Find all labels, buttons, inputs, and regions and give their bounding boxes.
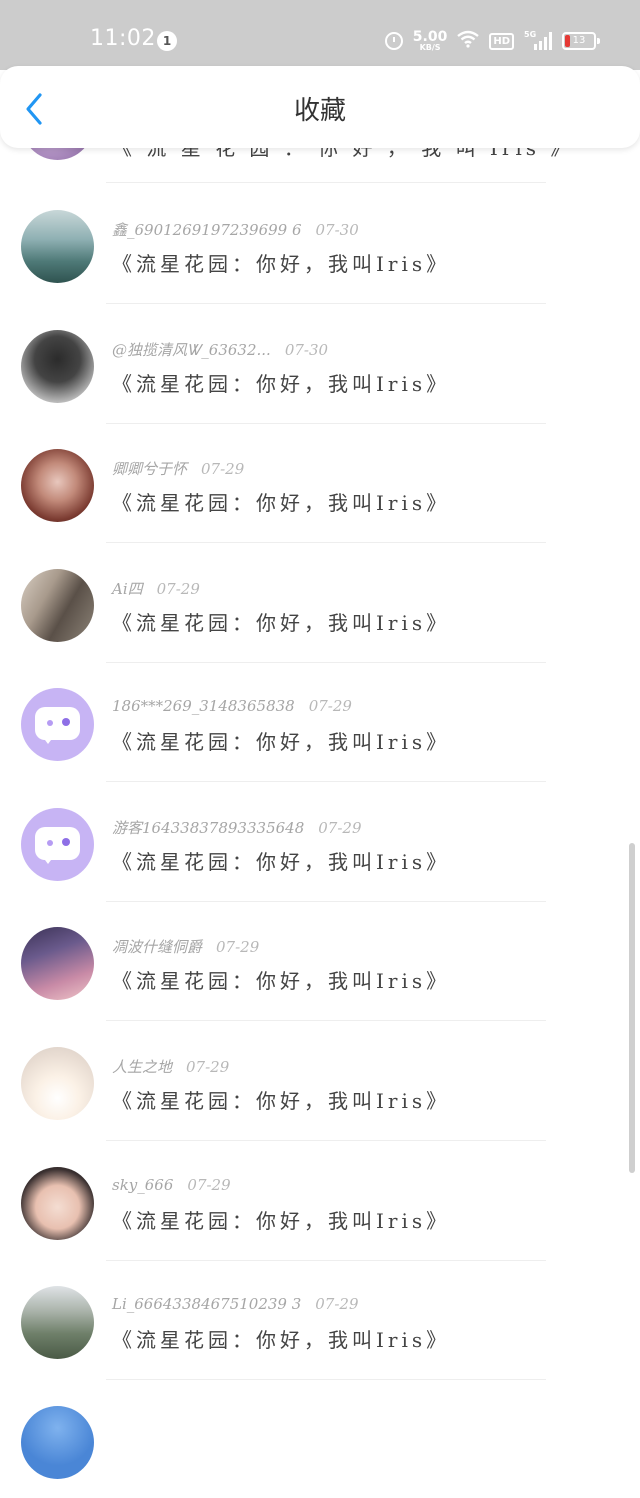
status-time: 11:02 [90,26,156,51]
username: Ai四 [112,580,143,598]
scrollbar[interactable] [629,843,635,1173]
username: 186***269_3148365838 [112,697,295,715]
avatar [21,449,94,522]
page-title: 收藏 [293,96,346,126]
message-text: 《流星花园：你好，我叫Iris》 [112,1089,451,1113]
list-item[interactable]: 人生之地 07-29 《流星花园：你好，我叫Iris》 [0,1020,640,1141]
avatar [21,1047,94,1120]
list-item[interactable]: 186***269_3148365838 07-29 《流星花园：你好，我叫Iri… [0,661,640,782]
message-text: 《流星花园：你好，我叫Iris》 [112,491,451,515]
notification-badge: 1 [157,31,177,51]
list-item[interactable] [0,1379,640,1498]
list-item[interactable]: Ai四 07-29 《流星花园：你好，我叫Iris》 [0,542,640,663]
message-text: 《流星花园：你好，我叫Iris》 [112,1209,451,1233]
battery-icon: 13 [562,32,600,50]
list-item[interactable]: 卿卿兮于怀 07-29 《流星花园：你好，我叫Iris》 [0,422,640,543]
item-meta: 186***269_3148365838 07-29 [112,697,352,715]
list-item[interactable]: 凋波什缝侗爵 07-29 《流星花园：你好，我叫Iris》 [0,900,640,1021]
top-bar: 收藏 [0,66,640,148]
avatar [21,688,94,761]
date: 07-29 [201,460,245,478]
date: 07-30 [284,341,329,359]
status-bar: 11:02 1 5.00 KB/S HD 5G 13 [0,0,640,70]
item-meta: 鑫_6901269197239699 6 07-30 [112,219,359,240]
list-item[interactable]: 鑫_6901269197239699 6 07-30 《流星花园：你好，我叫Iri… [0,183,640,304]
list-item[interactable]: Li_6664338467510239 3 07-29 《流星花园：你好，我叫Ir… [0,1259,640,1380]
date: 07-29 [318,819,362,837]
date: 07-29 [156,580,200,598]
list-item[interactable]: sky_666 07-29 《流星花园：你好，我叫Iris》 [0,1140,640,1261]
username: Li_6664338467510239 3 [112,1295,302,1313]
message-text: 《流星花园：你好，我叫Iris》 [112,850,451,874]
date: 07-30 [315,221,359,239]
battery-level: 13 [572,35,586,46]
message-text: 《流星花园：你好，我叫Iris》 [112,1328,451,1352]
username: @独揽清风Ꮤ_63632... [112,341,271,359]
item-meta: 人生之地 07-29 [112,1056,229,1077]
item-meta: @独揽清风Ꮤ_63632... 07-30 [112,339,328,360]
avatar [21,1406,94,1479]
signal-icon: 5G [524,30,552,50]
username: sky_666 [112,1176,174,1194]
username: 鑫_6901269197239699 6 [112,221,302,239]
avatar [21,330,94,403]
item-meta: sky_666 07-29 [112,1176,231,1194]
avatar [21,210,94,283]
message-text: 《流星花园：你好，我叫Iris》 [112,969,451,993]
date: 07-29 [315,1295,359,1313]
chat-bubble-icon [35,707,80,744]
wifi-icon [457,30,480,53]
message-text: 《流星花园：你好，我叫Iris》 [112,252,451,276]
avatar [21,569,94,642]
hd-icon: HD [489,32,514,50]
username: 卿卿兮于怀 [112,460,188,478]
status-icons: 5.00 KB/S HD 5G 13 [384,28,600,54]
username: 人生之地 [112,1058,173,1076]
avatar [21,1286,94,1359]
avatar [21,808,94,881]
date: 07-29 [186,1058,230,1076]
item-meta: 游客16433837893335648 07-29 [112,817,362,838]
username: 凋波什缝侗爵 [112,938,203,956]
item-meta: 凋波什缝侗爵 07-29 [112,936,259,957]
date: 07-29 [308,697,352,715]
message-text: 《流星花园：你好，我叫Iris》 [112,611,451,635]
avatar [21,927,94,1000]
chat-bubble-icon [35,827,80,864]
item-meta: Li_6664338467510239 3 07-29 [112,1295,359,1313]
username: 游客16433837893335648 [112,819,305,837]
date: 07-29 [216,938,260,956]
avatar [21,1167,94,1240]
list-item[interactable]: @独揽清风Ꮤ_63632... 07-30 《流星花园：你好，我叫Iris》 [0,303,640,424]
message-text: 《流星花园：你好，我叫Iris》 [112,372,451,396]
net-speed: 5.00 KB/S [412,29,448,52]
list-item[interactable]: 游客16433837893335648 07-29 《流星花园：你好，我叫Iris… [0,781,640,902]
date: 07-29 [187,1176,231,1194]
message-text: 《流星花园：你好，我叫Iris》 [112,730,451,754]
alarm-icon [384,32,403,50]
item-meta: 卿卿兮于怀 07-29 [112,458,244,479]
item-meta: Ai四 07-29 [112,578,200,599]
